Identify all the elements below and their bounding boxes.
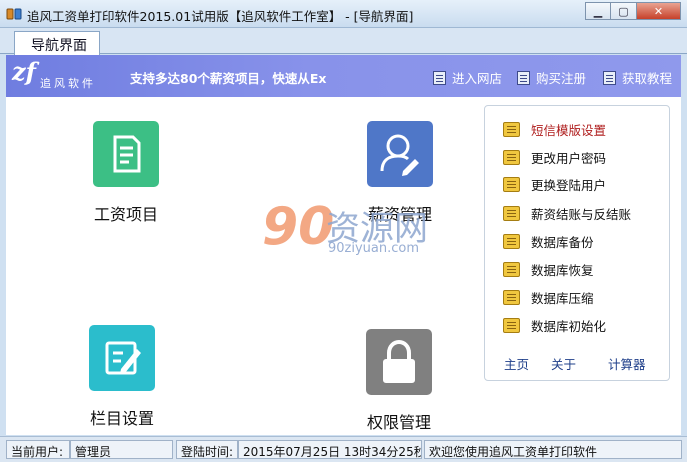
minimize-button[interactable]: ▁ (585, 2, 611, 20)
enter-shop-link[interactable]: 进入网店 (433, 68, 502, 87)
tab-navigation[interactable]: 导航界面 (14, 31, 100, 55)
status-login-time: 2015年07月25日 13时34分25秒 (238, 440, 422, 459)
panel-item-settle-accounts[interactable]: 薪资结账与反结账 (503, 204, 631, 223)
note-icon (503, 262, 520, 277)
module-column-settings[interactable]: 栏目设置 (62, 325, 182, 429)
panel-item-label: 更改用户密码 (531, 151, 607, 166)
module-label: 栏目设置 (89, 409, 154, 428)
window-title: 追风工资单打印软件2015.01试用版【追风软件工作室】 - [导航界面] (27, 9, 414, 24)
watermark-number: 90 (262, 197, 335, 257)
lock-icon (366, 329, 432, 395)
app-icon (6, 8, 22, 20)
notepad-pencil-icon (89, 325, 155, 391)
about-link[interactable]: 关于 (551, 354, 576, 373)
note-icon (503, 122, 520, 137)
banner: zf 追风软件 支持多达80个薪资项目，快速从Ex 进入网店 购买注册 获取教程 (6, 55, 681, 97)
panel-item-label: 薪资结账与反结账 (531, 207, 632, 222)
banner-slogan: 支持多达80个薪资项目，快速从Ex (130, 71, 327, 86)
status-user-value: 管理员 (70, 440, 173, 459)
panel-item-db-init[interactable]: 数据库初始化 (503, 316, 606, 335)
panel-item-change-password[interactable]: 更改用户密码 (503, 148, 606, 167)
purchase-register-label: 购买注册 (536, 71, 587, 86)
module-label: 权限管理 (366, 413, 431, 432)
document-edit-icon (93, 121, 159, 187)
module-permission-management[interactable]: 权限管理 (339, 329, 459, 433)
panel-item-db-compress[interactable]: 数据库压缩 (503, 288, 594, 307)
status-welcome: 欢迎您使用追风工资单打印软件 (424, 440, 682, 459)
note-icon (503, 177, 520, 192)
note-icon (503, 150, 520, 165)
panel-item-label: 更换登陆用户 (531, 178, 607, 193)
panel-item-db-restore[interactable]: 数据库恢复 (503, 260, 594, 279)
note-icon (503, 206, 520, 221)
purchase-register-link[interactable]: 购买注册 (517, 68, 586, 87)
enter-shop-label: 进入网店 (452, 71, 503, 86)
panel-links: 主页 关于 计算器 (485, 354, 671, 374)
watermark-url: 90ziyuan.com (328, 241, 420, 256)
note-icon (503, 290, 520, 305)
panel-item-switch-user[interactable]: 更换登陆用户 (503, 175, 606, 194)
main-area: 工资项目 薪资管理 栏目设置 权限管理 90 资源网 90ziyuan.com … (6, 97, 681, 435)
home-link[interactable]: 主页 (504, 354, 529, 373)
status-bar: 当前用户: 管理员 登陆时间: 2015年07月25日 13时34分25秒 欢迎… (0, 436, 687, 462)
document-icon (603, 70, 616, 85)
maximize-button[interactable]: ▢ (611, 2, 637, 20)
status-login-label: 登陆时间: (176, 440, 238, 459)
module-label: 工资项目 (93, 205, 158, 224)
user-edit-icon (367, 121, 433, 187)
panel-item-label: 短信模版设置 (531, 123, 607, 138)
panel-item-label: 数据库初始化 (531, 319, 607, 334)
calculator-link[interactable]: 计算器 (608, 354, 646, 373)
module-salary-items[interactable]: 工资项目 (66, 121, 186, 225)
get-tutorial-link[interactable]: 获取教程 (603, 68, 672, 87)
document-icon (433, 70, 446, 85)
title-bar: 追风工资单打印软件2015.01试用版【追风软件工作室】 - [导航界面] ▁ … (0, 0, 687, 28)
status-user-label: 当前用户: (6, 440, 70, 459)
watermark: 90 资源网 90ziyuan.com (262, 197, 462, 259)
panel-item-label: 数据库恢复 (531, 263, 594, 278)
logo-text: 追风软件 (40, 77, 96, 90)
panel-item-db-backup[interactable]: 数据库备份 (503, 232, 594, 251)
panel-item-sms-template[interactable]: 短信模版设置 (503, 120, 606, 139)
panel-item-label: 数据库备份 (531, 235, 594, 250)
window-controls: ▁ ▢ ✕ (585, 2, 681, 20)
note-icon (503, 318, 520, 333)
tools-panel: 短信模版设置 更改用户密码 更换登陆用户 薪资结账与反结账 数据库备份 数据库恢… (484, 105, 670, 381)
tab-strip: 导航界面 (0, 28, 687, 55)
panel-item-label: 数据库压缩 (531, 291, 594, 306)
close-button[interactable]: ✕ (637, 2, 681, 20)
logo-glyph: zf (12, 57, 36, 86)
get-tutorial-label: 获取教程 (622, 71, 673, 86)
note-icon (503, 234, 520, 249)
document-icon (517, 70, 530, 85)
